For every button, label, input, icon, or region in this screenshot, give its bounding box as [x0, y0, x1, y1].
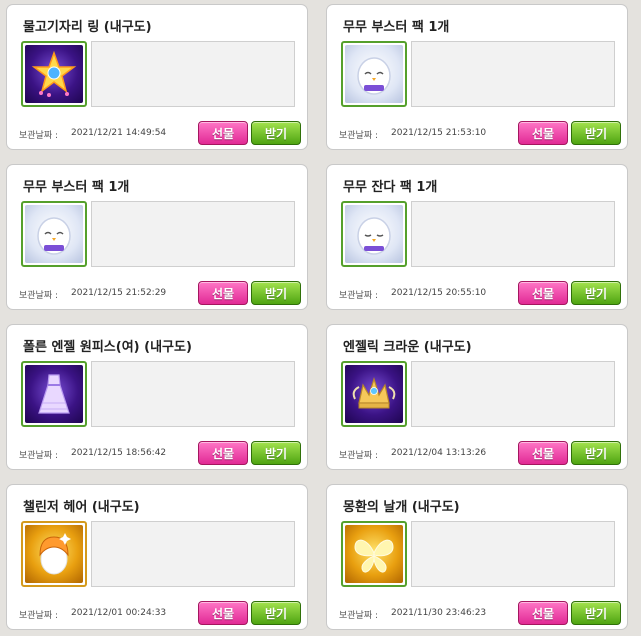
item-description-box — [91, 41, 295, 107]
gift-button[interactable]: 선물 — [518, 121, 568, 145]
receive-button[interactable]: 받기 — [251, 121, 301, 145]
item-description-box — [411, 41, 615, 107]
receive-button[interactable]: 받기 — [251, 281, 301, 305]
storage-date-label: 보관날짜 : — [19, 451, 59, 461]
item-description-box — [91, 521, 295, 587]
storage-date-value: 2021/12/04 13:13:26 — [391, 448, 487, 458]
item-icon-frame[interactable] — [341, 41, 407, 107]
receive-button[interactable]: 받기 — [571, 601, 621, 625]
gift-button[interactable]: 선물 — [518, 601, 568, 625]
receive-button[interactable]: 받기 — [251, 601, 301, 625]
gift-button[interactable]: 선물 — [518, 441, 568, 465]
item-icon-frame[interactable] — [341, 521, 407, 587]
item-title: 무무 부스터 팩 1개 — [343, 20, 450, 35]
item-card: 폴른 엔젤 원피스(여) (내구도) 보관날짜 : 2021/12/15 18:… — [6, 324, 308, 470]
item-card: 몽환의 날개 (내구도) 보관날짜 : 2021/11/30 23:46:23 … — [326, 484, 628, 630]
item-title: 물고기자리 링 (내구도) — [23, 20, 152, 35]
star-ring-icon — [25, 45, 83, 103]
wings-icon — [345, 525, 403, 583]
item-title: 몽환의 날개 (내구도) — [343, 500, 460, 515]
item-card: 무무 잔다 팩 1개 보관날짜 : 2021/12/15 20:55:10 선물… — [326, 164, 628, 310]
item-card: 물고기자리 링 (내구도) 보관날짜 : 2021/12/21 14:49:54… — [6, 4, 308, 150]
gift-button[interactable]: 선물 — [198, 601, 248, 625]
storage-date-value: 2021/12/15 20:55:10 — [391, 288, 487, 298]
item-card: 무무 부스터 팩 1개 보관날짜 : 2021/12/15 21:52:29 선… — [6, 164, 308, 310]
mumu-egg-icon — [345, 45, 403, 103]
item-icon-frame[interactable] — [21, 521, 87, 587]
item-description-box — [411, 201, 615, 267]
item-description-box — [411, 521, 615, 587]
mumu-egg-icon — [25, 205, 83, 263]
item-description-box — [91, 361, 295, 427]
storage-date-value: 2021/12/15 21:52:29 — [71, 288, 167, 298]
item-title: 챌린저 헤어 (내구도) — [23, 500, 140, 515]
item-card: 챌린저 헤어 (내구도) 보관날짜 : 2021/12/01 00:24:33 … — [6, 484, 308, 630]
item-description-box — [91, 201, 295, 267]
receive-button[interactable]: 받기 — [571, 441, 621, 465]
item-icon-frame[interactable] — [21, 201, 87, 267]
item-title: 무무 부스터 팩 1개 — [23, 180, 130, 195]
gift-button[interactable]: 선물 — [198, 441, 248, 465]
item-icon-frame[interactable] — [341, 201, 407, 267]
storage-date-value: 2021/12/21 14:49:54 — [71, 128, 167, 138]
gift-button[interactable]: 선물 — [198, 281, 248, 305]
item-icon-frame[interactable] — [21, 361, 87, 427]
storage-date-label: 보관날짜 : — [19, 131, 59, 141]
storage-date-label: 보관날짜 : — [19, 291, 59, 301]
receive-button[interactable]: 받기 — [251, 441, 301, 465]
item-title: 폴른 엔젤 원피스(여) (내구도) — [23, 340, 192, 355]
item-card: 엔젤릭 크라운 (내구도) 보관날짜 : 2021/12/04 13:13:26… — [326, 324, 628, 470]
item-card: 무무 부스터 팩 1개 보관날짜 : 2021/12/15 21:53:10 선… — [326, 4, 628, 150]
crown-icon — [345, 365, 403, 423]
storage-date-label: 보관날짜 : — [339, 611, 379, 621]
receive-button[interactable]: 받기 — [571, 281, 621, 305]
dress-icon — [25, 365, 83, 423]
item-description-box — [411, 361, 615, 427]
storage-date-label: 보관날짜 : — [339, 291, 379, 301]
receive-button[interactable]: 받기 — [571, 121, 621, 145]
item-icon-frame[interactable] — [21, 41, 87, 107]
gift-button[interactable]: 선물 — [518, 281, 568, 305]
storage-date-value: 2021/12/01 00:24:33 — [71, 608, 167, 618]
item-title: 엔젤릭 크라운 (내구도) — [343, 340, 472, 355]
storage-date-value: 2021/12/15 21:53:10 — [391, 128, 487, 138]
storage-date-label: 보관날짜 : — [339, 451, 379, 461]
hair-icon — [25, 525, 83, 583]
item-icon-frame[interactable] — [341, 361, 407, 427]
item-title: 무무 잔다 팩 1개 — [343, 180, 438, 195]
mumu-egg-icon — [345, 205, 403, 263]
storage-date-value: 2021/12/15 18:56:42 — [71, 448, 167, 458]
storage-date-label: 보관날짜 : — [339, 131, 379, 141]
storage-date-value: 2021/11/30 23:46:23 — [391, 608, 487, 618]
storage-date-label: 보관날짜 : — [19, 611, 59, 621]
gift-button[interactable]: 선물 — [198, 121, 248, 145]
